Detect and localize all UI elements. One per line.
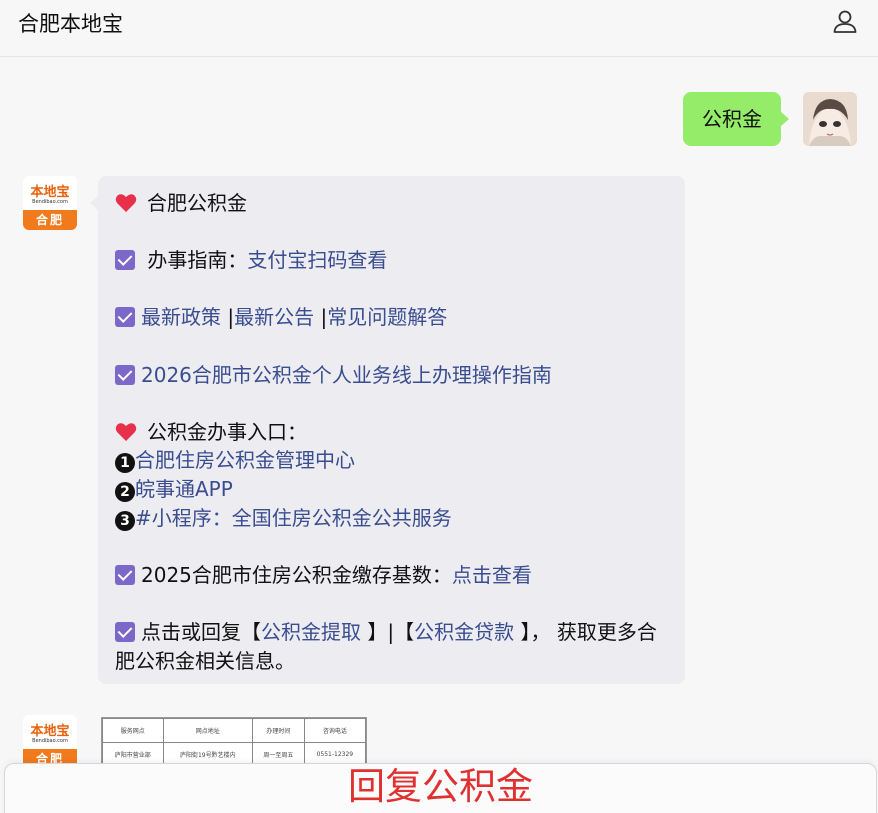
- separator: |: [221, 305, 235, 330]
- loan-link[interactable]: 公积金贷款: [414, 620, 520, 644]
- guide-line: 办事指南：支付宝扫码查看: [115, 246, 668, 275]
- faq-link[interactable]: 常见问题解答: [327, 305, 447, 329]
- guide-label: 办事指南：: [147, 248, 248, 273]
- base-link[interactable]: 点击查看: [452, 563, 532, 587]
- user-message-text: 公积金: [702, 107, 762, 131]
- checkbox-icon: [115, 250, 135, 271]
- page-title: 合肥本地宝: [18, 12, 123, 36]
- avatar-domain: Bendibao.com: [32, 199, 68, 205]
- avatar-city: 合肥: [23, 210, 77, 230]
- checkbox-icon: [115, 564, 135, 585]
- base-line: 2025合肥市住房公积金缴存基数：点击查看: [115, 561, 668, 590]
- table-header: 网点地址: [162, 718, 254, 743]
- withdraw-link[interactable]: 公积金提取: [261, 620, 367, 644]
- guide-link[interactable]: 支付宝扫码查看: [247, 248, 387, 272]
- table-cell: 0551-12329: [303, 742, 366, 764]
- avatar-brand: 本地宝: [30, 185, 70, 200]
- table-cell: 庐阳市营业部: [102, 742, 164, 764]
- policy-link[interactable]: 最新政策: [141, 305, 221, 329]
- message-title-line: 合肥公积金: [115, 189, 668, 218]
- avatar-brand: 本地宝: [30, 724, 70, 739]
- policy-line: 最新政策 |最新公告 |常见问题解答: [115, 303, 668, 332]
- header: 合肥本地宝: [0, 0, 878, 57]
- table-cell: 周一至周五: [252, 742, 305, 764]
- checkbox-icon: [115, 621, 135, 642]
- table-header: 办理时间: [252, 718, 305, 743]
- message-title: 合肥公积金: [147, 191, 247, 215]
- checkbox-icon: [115, 364, 135, 385]
- separator: |: [314, 305, 328, 330]
- number-badge: 2: [115, 481, 135, 502]
- reply-cta[interactable]: 回复公积金: [5, 764, 876, 810]
- checkbox-icon: [115, 307, 135, 328]
- entry-link[interactable]: 皖事通APP: [135, 477, 233, 501]
- entry-item: 1 合肥住房公积金管理中心: [115, 446, 668, 475]
- entry-item: 3 #小程序：全国住房公积金公共服务: [115, 504, 668, 533]
- chat-area[interactable]: 公积金 本地宝 Bendibao.com 合肥 合肥公积金 办事指南：支付宝扫码…: [0, 57, 878, 813]
- entry-item: 2 皖事通APP: [115, 475, 668, 504]
- user-message-bubble: 公积金: [683, 92, 789, 146]
- number-badge: 3: [115, 510, 135, 531]
- base-label: 2025合肥市住房公积金缴存基数：: [141, 562, 452, 587]
- heart-icon: [115, 194, 137, 212]
- bot-avatar[interactable]: 本地宝 Bendibao.com 合肥: [23, 715, 77, 769]
- avatar-domain: Bendibao.com: [32, 738, 68, 744]
- guide2026-line: 2026合肥市公积金个人业务线上办理操作指南: [115, 361, 668, 390]
- user-avatar[interactable]: [803, 92, 857, 146]
- guide2026-link[interactable]: 2026合肥市公积金个人业务线上办理操作指南: [141, 363, 552, 387]
- entry-title-line: 公积金办事入口：: [115, 418, 668, 447]
- notice-link[interactable]: 最新公告: [234, 305, 314, 329]
- reply-line: 点击或回复【公积金提取 】|【公积金贷款 】， 获取更多合肥公积金相关信息。: [115, 618, 668, 675]
- bot-avatar[interactable]: 本地宝 Bendibao.com 合肥: [23, 176, 77, 230]
- user-icon[interactable]: [831, 8, 859, 36]
- table-header: 服务网点: [102, 718, 164, 743]
- table-image-preview[interactable]: 服务网点 网点地址 办理时间 咨询电话 庐阳市营业部 庐阳街19号黔艺楼内 周一…: [101, 717, 367, 765]
- number-badge: 1: [115, 453, 135, 474]
- entry-link[interactable]: #小程序：全国住房公积金公共服务: [135, 506, 452, 530]
- reply-prefix: 点击或回复【: [141, 619, 261, 644]
- table-cell: 庐阳街19号黔艺楼内: [162, 742, 254, 764]
- bot-message-bubble: 合肥公积金 办事指南：支付宝扫码查看 最新政策 |最新公告 |常见问题解答 20…: [90, 176, 685, 684]
- heart-icon: [115, 423, 137, 441]
- table-header: 咨询电话: [303, 718, 366, 743]
- entry-link[interactable]: 合肥住房公积金管理中心: [135, 448, 355, 472]
- reply-mid: 】|【: [367, 619, 415, 644]
- entry-title: 公积金办事入口：: [147, 419, 307, 444]
- preview-table: 服务网点 网点地址 办理时间 咨询电话 庐阳市营业部 庐阳街19号黔艺楼内 周一…: [102, 718, 366, 764]
- reply-bar[interactable]: 回复公积金: [4, 763, 877, 813]
